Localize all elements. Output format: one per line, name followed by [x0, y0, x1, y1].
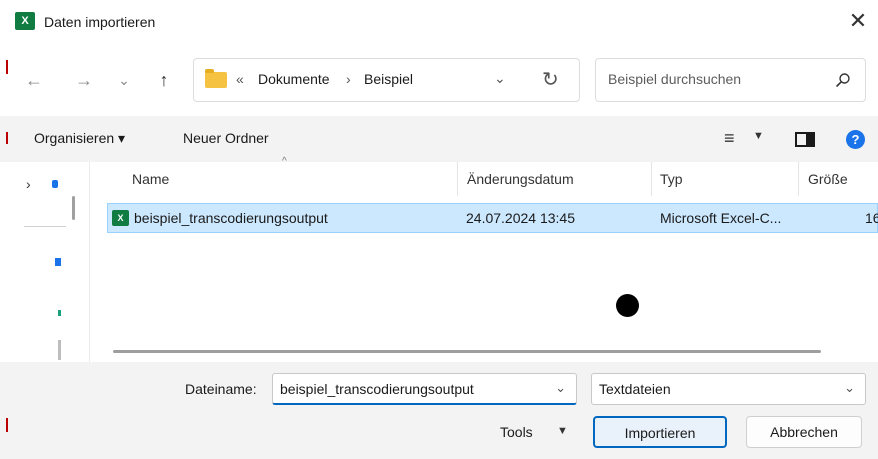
breadcrumb-separator-icon: › — [346, 71, 351, 87]
content-area: › ^ Name Änderungsdatum Typ Größe X beis… — [0, 156, 878, 362]
breadcrumb-item-dokumente[interactable]: Dokumente — [258, 71, 330, 87]
address-bar[interactable]: « Dokumente › Beispiel ⌄ ↻ — [193, 58, 580, 102]
filename-dropdown-icon[interactable]: ⌄ — [555, 380, 566, 396]
nav-pane-scrollbar[interactable] — [72, 196, 75, 220]
organize-button[interactable]: Organisieren ▾ — [34, 130, 125, 147]
title-bar: X Daten importieren ✕ — [0, 0, 878, 44]
tools-chevron-down-icon[interactable]: ▼ — [557, 425, 568, 437]
close-button[interactable]: ✕ — [838, 6, 878, 38]
navigation-bar: ← → ⌄ ↑ « Dokumente › Beispiel ⌄ ↻ Beisp… — [0, 44, 878, 116]
nav-pane-item-icon[interactable] — [55, 258, 61, 266]
dialog-footer: Dateiname: beispiel_transcodierungsoutpu… — [0, 362, 878, 459]
recent-locations-button[interactable]: ⌄ — [110, 66, 138, 94]
filetype-value: Textdateien — [599, 381, 671, 397]
refresh-icon[interactable]: ↻ — [542, 67, 559, 92]
breadcrumb-overflow[interactable]: « — [236, 71, 244, 87]
help-icon[interactable]: ? — [846, 130, 865, 149]
nav-pane-item-icon[interactable] — [58, 340, 61, 360]
address-dropdown-icon[interactable]: ⌄ — [494, 70, 506, 87]
filetype-dropdown-icon[interactable]: ⌄ — [844, 380, 855, 396]
window-title: Daten importieren — [44, 14, 156, 30]
excel-file-icon: X — [112, 210, 129, 226]
up-button[interactable]: ↑ — [150, 66, 178, 94]
filename-value: beispiel_transcodierungsoutput — [280, 381, 474, 397]
sort-ascending-icon: ^ — [282, 156, 287, 167]
file-size: 16 — [865, 210, 878, 226]
search-input[interactable]: Beispiel durchsuchen — [595, 58, 866, 102]
nav-pane-divider — [24, 226, 66, 227]
column-header-name[interactable]: Name — [132, 162, 169, 196]
column-header-type[interactable]: Typ — [660, 162, 683, 196]
cursor-marker — [616, 294, 639, 317]
excel-app-icon: X — [15, 12, 35, 30]
filename-field[interactable]: beispiel_transcodierungsoutput ⌄ — [272, 373, 577, 405]
folder-icon — [205, 69, 227, 88]
column-divider[interactable] — [798, 162, 799, 196]
nav-pane-item-icon[interactable] — [58, 310, 61, 316]
view-chevron-down-icon[interactable]: ▼ — [753, 130, 764, 142]
new-folder-button[interactable]: Neuer Ordner — [183, 130, 269, 146]
tools-button[interactable]: Tools — [500, 424, 533, 440]
filename-label: Dateiname: — [185, 381, 257, 397]
window-edge-mark — [6, 60, 8, 74]
column-divider[interactable] — [457, 162, 458, 196]
breadcrumb-item-beispiel[interactable]: Beispiel — [364, 71, 413, 87]
preview-pane-icon[interactable] — [795, 132, 815, 147]
file-date: 24.07.2024 13:45 — [466, 210, 575, 226]
search-placeholder: Beispiel durchsuchen — [608, 71, 742, 87]
file-list: ^ Name Änderungsdatum Typ Größe X beispi… — [91, 156, 878, 362]
column-header-date[interactable]: Änderungsdatum — [467, 162, 574, 196]
navigation-pane: › — [0, 162, 90, 362]
import-dialog: X Daten importieren ✕ ← → ⌄ ↑ « Dokument… — [0, 0, 878, 459]
expand-chevron-icon[interactable]: › — [26, 176, 31, 192]
horizontal-scrollbar[interactable] — [113, 350, 821, 353]
file-name: beispiel_transcodierungsoutput — [134, 210, 328, 226]
nav-pane-item-icon[interactable] — [52, 180, 58, 188]
window-edge-mark — [6, 132, 8, 144]
command-bar: Organisieren ▾ Neuer Ordner ≡ ▼ ? — [0, 116, 878, 162]
filetype-select[interactable]: Textdateien ⌄ — [591, 373, 866, 405]
view-options-icon[interactable]: ≡ — [724, 128, 735, 149]
import-button[interactable]: Importieren — [593, 416, 727, 448]
search-icon[interactable] — [835, 72, 851, 88]
back-button[interactable]: ← — [20, 66, 48, 94]
column-header-size[interactable]: Größe — [808, 162, 848, 196]
forward-button[interactable]: → — [70, 66, 98, 94]
window-edge-mark — [6, 418, 8, 432]
table-row[interactable]: X beispiel_transcodierungsoutput 24.07.2… — [107, 203, 878, 233]
file-type: Microsoft Excel-C... — [660, 210, 782, 226]
column-divider[interactable] — [651, 162, 652, 196]
cancel-button[interactable]: Abbrechen — [746, 416, 862, 448]
